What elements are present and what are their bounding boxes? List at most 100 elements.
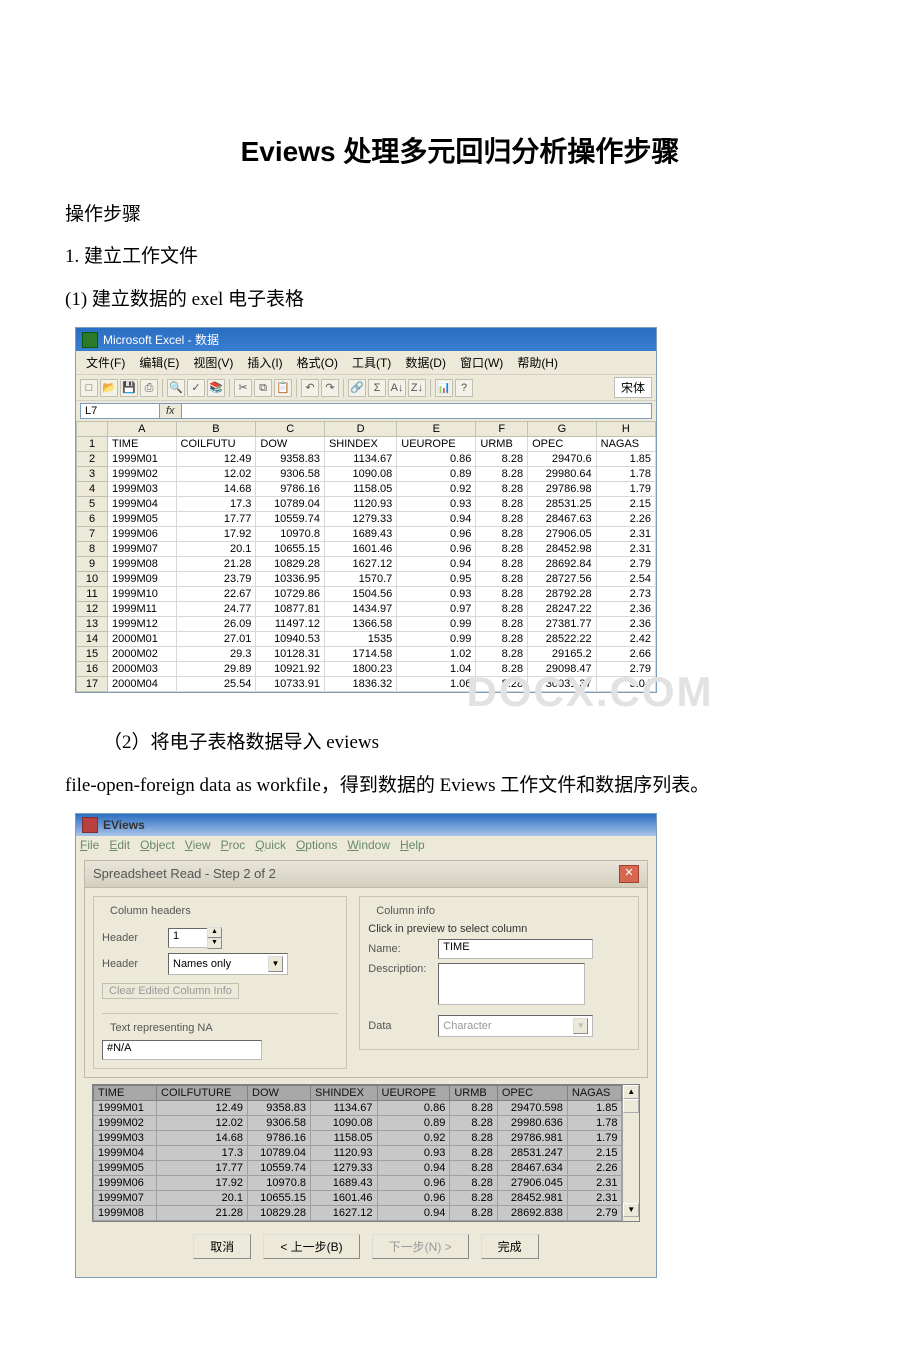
cell[interactable]: SHINDEX: [324, 437, 396, 452]
cell[interactable]: 2.36: [596, 617, 655, 632]
redo-icon[interactable]: ↷: [321, 379, 339, 397]
na-input[interactable]: #N/A: [102, 1040, 262, 1060]
cell[interactable]: URMB: [476, 437, 528, 452]
cell[interactable]: 2.73: [596, 587, 655, 602]
header-type-select[interactable]: Names only ▼: [168, 953, 288, 975]
undo-icon[interactable]: ↶: [301, 379, 319, 397]
cell[interactable]: DOW: [256, 437, 325, 452]
cell[interactable]: 21.28: [157, 1205, 248, 1220]
cell[interactable]: 9358.83: [248, 1100, 311, 1115]
cell[interactable]: 8.28: [476, 482, 528, 497]
cell[interactable]: 1.06: [397, 677, 476, 692]
cell[interactable]: 0.99: [397, 632, 476, 647]
preview-icon[interactable]: 🔍: [167, 379, 185, 397]
cell[interactable]: 8.28: [450, 1145, 498, 1160]
cell[interactable]: COILFUTU: [176, 437, 256, 452]
cell[interactable]: 1999M04: [108, 497, 177, 512]
cell[interactable]: UEUROPE: [397, 437, 476, 452]
cell[interactable]: 8.28: [476, 542, 528, 557]
cell[interactable]: 2.31: [596, 542, 655, 557]
cell[interactable]: 10128.31: [256, 647, 325, 662]
cell[interactable]: 2.31: [567, 1175, 622, 1190]
cell[interactable]: 2.79: [596, 557, 655, 572]
cell[interactable]: 8.28: [476, 497, 528, 512]
row-header[interactable]: 3: [77, 467, 108, 482]
menu-item[interactable]: Object: [140, 838, 175, 852]
cell[interactable]: 2.15: [567, 1145, 622, 1160]
cell[interactable]: 1689.43: [324, 527, 396, 542]
cell[interactable]: 1.02: [397, 647, 476, 662]
name-input[interactable]: TIME: [438, 939, 593, 959]
cell[interactable]: 2.15: [596, 497, 655, 512]
cell[interactable]: 10789.04: [248, 1145, 311, 1160]
cell[interactable]: 1999M02: [94, 1115, 157, 1130]
cell[interactable]: 2.54: [596, 572, 655, 587]
cell[interactable]: 1158.05: [311, 1130, 377, 1145]
cell[interactable]: 1.78: [567, 1115, 622, 1130]
cell[interactable]: 1366.58: [324, 617, 396, 632]
cell[interactable]: 28531.247: [497, 1145, 567, 1160]
spin-down-icon[interactable]: ▼: [207, 938, 222, 949]
cell[interactable]: 1999M08: [108, 557, 177, 572]
cell[interactable]: 1999M01: [108, 452, 177, 467]
cell[interactable]: 0.97: [397, 602, 476, 617]
cell[interactable]: 1504.56: [324, 587, 396, 602]
cell[interactable]: 27381.77: [528, 617, 597, 632]
scrollbar[interactable]: ▲ ▼: [622, 1085, 639, 1221]
cell[interactable]: 1999M04: [94, 1145, 157, 1160]
menu-item[interactable]: Options: [296, 838, 337, 852]
cell[interactable]: 2.36: [596, 602, 655, 617]
row-header[interactable]: 7: [77, 527, 108, 542]
cell[interactable]: 8.28: [450, 1115, 498, 1130]
cell[interactable]: 28692.838: [497, 1205, 567, 1220]
font-label[interactable]: 宋体: [614, 377, 652, 398]
cell[interactable]: 27906.05: [528, 527, 597, 542]
cell[interactable]: 1999M12: [108, 617, 177, 632]
cell[interactable]: 1.04: [397, 662, 476, 677]
cell[interactable]: 12.49: [157, 1100, 248, 1115]
menu-item[interactable]: 帮助(H): [511, 353, 564, 372]
cell[interactable]: 8.28: [476, 617, 528, 632]
help-icon[interactable]: ?: [455, 379, 473, 397]
cell[interactable]: 2000M01: [108, 632, 177, 647]
cell[interactable]: 1627.12: [311, 1205, 377, 1220]
cell[interactable]: 29.89: [176, 662, 256, 677]
cell[interactable]: 10970.8: [248, 1175, 311, 1190]
cell[interactable]: 10940.53: [256, 632, 325, 647]
column-header[interactable]: E: [397, 422, 476, 437]
cell[interactable]: 20.1: [176, 542, 256, 557]
cell[interactable]: 1999M01: [94, 1100, 157, 1115]
cell[interactable]: 0.89: [377, 1115, 450, 1130]
cell[interactable]: 1.79: [567, 1130, 622, 1145]
cell[interactable]: 10921.92: [256, 662, 325, 677]
dropdown-arrow-icon[interactable]: ▼: [268, 956, 283, 972]
cell[interactable]: 28452.981: [497, 1190, 567, 1205]
cell[interactable]: 1120.93: [311, 1145, 377, 1160]
cell[interactable]: 0.92: [377, 1130, 450, 1145]
cell[interactable]: 10559.74: [256, 512, 325, 527]
cell[interactable]: 2.42: [596, 632, 655, 647]
cell[interactable]: 1134.67: [311, 1100, 377, 1115]
paste-icon[interactable]: 📋: [274, 379, 292, 397]
cell[interactable]: 8.28: [476, 527, 528, 542]
cell[interactable]: 1279.33: [324, 512, 396, 527]
cell[interactable]: 22.67: [176, 587, 256, 602]
column-header[interactable]: [77, 422, 108, 437]
cell[interactable]: 29470.598: [497, 1100, 567, 1115]
cell[interactable]: 0.92: [397, 482, 476, 497]
spin-up-icon[interactable]: ▲: [207, 927, 222, 938]
cell[interactable]: 2.31: [567, 1190, 622, 1205]
cell[interactable]: 2.31: [596, 527, 655, 542]
cell[interactable]: 8.28: [476, 662, 528, 677]
menu-item[interactable]: 窗口(W): [454, 353, 509, 372]
row-header[interactable]: 17: [77, 677, 108, 692]
menu-item[interactable]: 工具(T): [346, 353, 397, 372]
cell[interactable]: 8.28: [450, 1205, 498, 1220]
cell[interactable]: 2000M02: [108, 647, 177, 662]
cell[interactable]: 12.02: [157, 1115, 248, 1130]
cell[interactable]: 27906.045: [497, 1175, 567, 1190]
cell[interactable]: 2000M03: [108, 662, 177, 677]
menu-item[interactable]: Help: [400, 838, 425, 852]
sort-asc-icon[interactable]: A↓: [388, 379, 406, 397]
cell[interactable]: 9358.83: [256, 452, 325, 467]
